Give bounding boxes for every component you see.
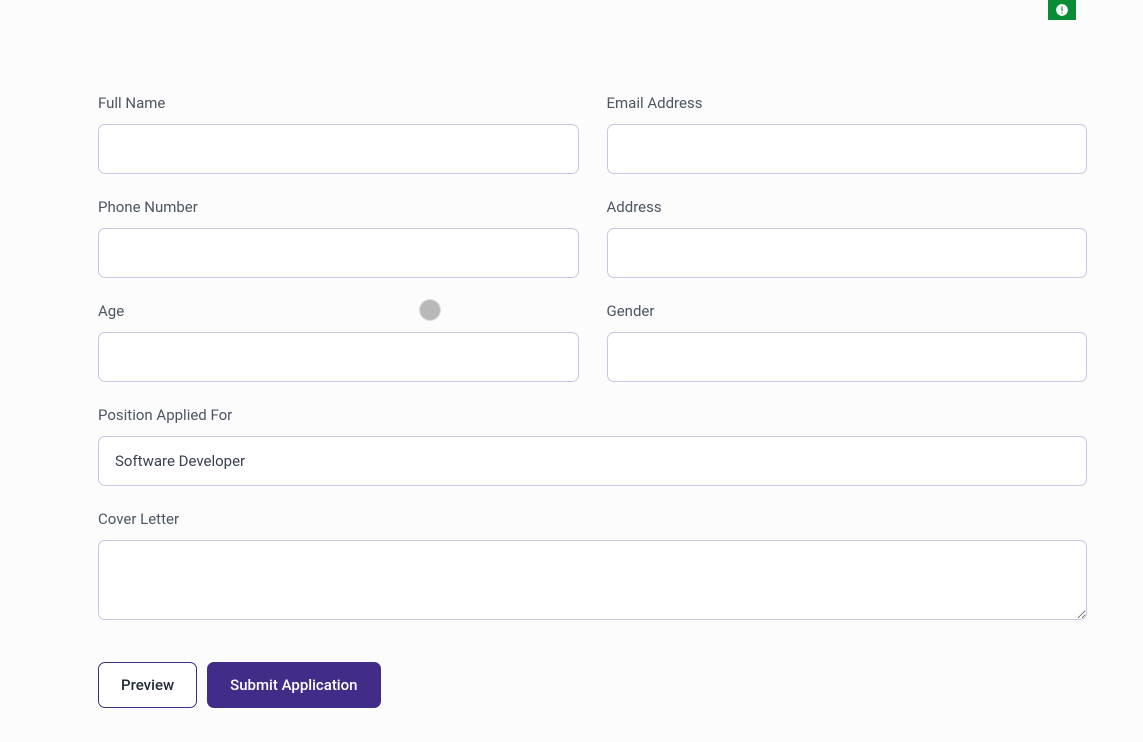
position-input[interactable]: [98, 436, 1087, 486]
alert-icon: [1055, 3, 1069, 17]
phone-number-input[interactable]: [98, 228, 579, 278]
email-address-input[interactable]: [607, 124, 1088, 174]
full-name-input[interactable]: [98, 124, 579, 174]
email-address-label: Email Address: [607, 94, 1088, 112]
full-name-label: Full Name: [98, 94, 579, 112]
cover-letter-label: Cover Letter: [98, 510, 1087, 528]
notification-badge[interactable]: [1048, 0, 1076, 20]
gender-input[interactable]: [607, 332, 1088, 382]
submit-application-button[interactable]: Submit Application: [207, 662, 380, 708]
age-input[interactable]: [98, 332, 579, 382]
cover-letter-textarea[interactable]: [98, 540, 1087, 620]
address-label: Address: [607, 198, 1088, 216]
preview-button[interactable]: Preview: [98, 662, 197, 708]
application-form: Full Name Email Address Phone Number Add…: [0, 0, 1143, 708]
position-label: Position Applied For: [98, 406, 1087, 424]
address-input[interactable]: [607, 228, 1088, 278]
age-label: Age: [98, 302, 579, 320]
gender-label: Gender: [607, 302, 1088, 320]
phone-number-label: Phone Number: [98, 198, 579, 216]
